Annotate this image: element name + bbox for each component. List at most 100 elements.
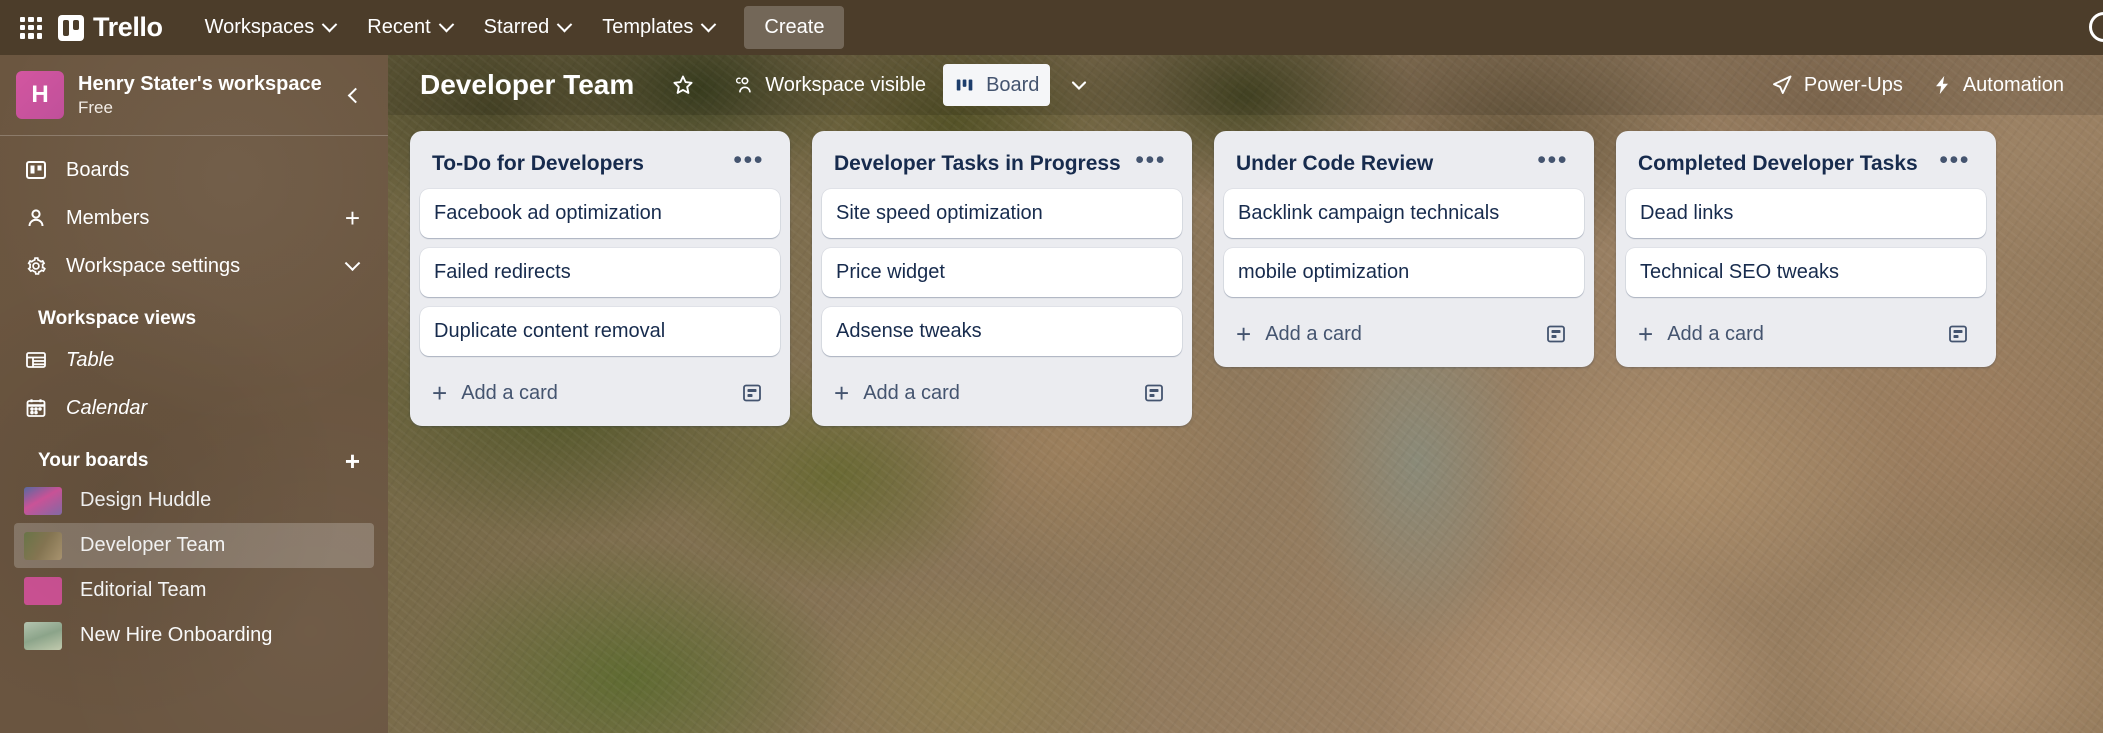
search-icon — [2089, 12, 2103, 42]
add-board-button[interactable]: + — [345, 448, 360, 474]
workspace-sidebar: H Henry Stater's workspace Free Boards — [0, 55, 388, 733]
nav-recent[interactable]: Recent — [353, 7, 465, 48]
sidebar-board-developer-team-label: Developer Team — [80, 534, 225, 557]
sidebar-board-developer-team[interactable]: Developer Team — [14, 523, 374, 568]
workspace-plan: Free — [78, 98, 336, 118]
grid-apps-icon[interactable] — [18, 15, 44, 41]
board-title[interactable]: Developer Team — [412, 64, 642, 106]
plus-icon: + — [1236, 321, 1251, 347]
list-menu-icon[interactable]: ••• — [1529, 151, 1576, 177]
list-footer: + Add a card — [822, 366, 1182, 418]
sidebar-item-boards-label: Boards — [66, 159, 129, 182]
add-member-button[interactable]: + — [345, 205, 360, 231]
board-view-button[interactable]: Board — [943, 64, 1050, 106]
card[interactable]: Facebook ad optimization — [420, 189, 780, 238]
list-footer: + Add a card — [420, 366, 780, 418]
list-title[interactable]: Developer Tasks in Progress — [834, 152, 1127, 176]
card[interactable]: Adsense tweaks — [822, 307, 1182, 356]
trello-logo[interactable]: Trello — [58, 12, 163, 43]
chevron-down-icon — [1067, 73, 1091, 97]
card-template-icon[interactable] — [1940, 318, 1976, 350]
member-icon — [24, 206, 48, 230]
sidebar-view-table[interactable]: Table — [14, 336, 374, 384]
list-menu-icon[interactable]: ••• — [1127, 151, 1174, 177]
card[interactable]: Technical SEO tweaks — [1626, 248, 1986, 297]
card[interactable]: Dead links — [1626, 189, 1986, 238]
workspace-visibility-button[interactable]: Workspace visible — [722, 64, 937, 106]
board-thumbnail-icon — [24, 487, 62, 515]
workspace-avatar: H — [16, 71, 64, 119]
board-thumbnail-icon — [24, 577, 62, 605]
chevron-down-icon — [322, 17, 338, 33]
sidebar-view-calendar[interactable]: Calendar — [14, 384, 374, 432]
card-template-icon[interactable] — [1136, 377, 1172, 409]
nav-templates[interactable]: Templates — [588, 7, 728, 48]
lightning-bolt-icon — [1931, 74, 1953, 96]
sidebar-collapse-button[interactable] — [336, 78, 370, 112]
list-footer: + Add a card — [1224, 307, 1584, 359]
add-card-button[interactable]: + Add a card — [1636, 315, 1940, 353]
add-card-label: Add a card — [1667, 323, 1764, 346]
card[interactable]: Site speed optimization — [822, 189, 1182, 238]
sidebar-item-boards[interactable]: Boards — [14, 146, 374, 194]
board-canvas: Developer Team Workspace visible — [388, 55, 2103, 733]
workspace-views-heading: Workspace views — [14, 290, 374, 336]
add-card-button[interactable]: + Add a card — [430, 374, 734, 412]
create-button[interactable]: Create — [744, 6, 844, 49]
search-button[interactable] — [2057, 10, 2103, 46]
add-card-button[interactable]: + Add a card — [832, 374, 1136, 412]
sidebar-board-new-hire-onboarding-label: New Hire Onboarding — [80, 624, 272, 647]
brand-name: Trello — [93, 12, 163, 43]
star-icon — [671, 73, 695, 97]
workspace-header[interactable]: H Henry Stater's workspace Free — [0, 55, 388, 136]
gear-icon — [24, 254, 48, 278]
trello-mark-icon — [58, 15, 84, 41]
board-thumbnail-icon — [24, 622, 62, 650]
card[interactable]: Duplicate content removal — [420, 307, 780, 356]
sidebar-item-workspace-settings[interactable]: Workspace settings — [14, 242, 374, 290]
sidebar-item-members[interactable]: Members + — [14, 194, 374, 242]
board-thumbnail-icon — [24, 532, 62, 560]
chevron-down-icon[interactable] — [345, 255, 361, 271]
list-title[interactable]: To-Do for Developers — [432, 152, 725, 176]
card[interactable]: Price widget — [822, 248, 1182, 297]
rocket-icon — [1770, 73, 1794, 97]
list-title[interactable]: Under Code Review — [1236, 152, 1529, 176]
boards-icon — [24, 158, 48, 182]
list-menu-icon[interactable]: ••• — [725, 151, 772, 177]
list-under-code-review: Under Code Review ••• Backlink campaign … — [1214, 131, 1594, 367]
nav-starred[interactable]: Starred — [470, 7, 585, 48]
card-template-icon[interactable] — [734, 377, 770, 409]
list-menu-icon[interactable]: ••• — [1931, 151, 1978, 177]
nav-starred-label: Starred — [484, 16, 550, 39]
chevron-down-icon — [438, 17, 454, 33]
card[interactable]: Failed redirects — [420, 248, 780, 297]
sidebar-view-calendar-label: Calendar — [66, 397, 147, 420]
sidebar-board-new-hire-onboarding[interactable]: New Hire Onboarding — [14, 613, 374, 658]
list-developer-tasks-in-progress: Developer Tasks in Progress ••• Site spe… — [812, 131, 1192, 426]
board-view-dropdown-button[interactable] — [1056, 64, 1102, 106]
plus-icon: + — [1638, 321, 1653, 347]
nav-templates-label: Templates — [602, 16, 693, 39]
your-boards-heading: Your boards + — [14, 432, 374, 478]
sidebar-item-workspace-settings-label: Workspace settings — [66, 255, 240, 278]
plus-icon: + — [432, 380, 447, 406]
sidebar-board-editorial-team-label: Editorial Team — [80, 579, 206, 602]
list-title[interactable]: Completed Developer Tasks — [1638, 152, 1931, 176]
card[interactable]: mobile optimization — [1224, 248, 1584, 297]
calendar-icon — [24, 396, 48, 420]
sidebar-boards-list: Design Huddle Developer Team Editorial T… — [0, 478, 388, 658]
card[interactable]: Backlink campaign technicals — [1224, 189, 1584, 238]
board-view-label: Board — [986, 74, 1039, 97]
sidebar-board-design-huddle[interactable]: Design Huddle — [14, 478, 374, 523]
automation-button[interactable]: Automation — [1920, 64, 2075, 106]
sidebar-board-editorial-team[interactable]: Editorial Team — [14, 568, 374, 613]
card-template-icon[interactable] — [1538, 318, 1574, 350]
star-board-button[interactable] — [660, 64, 716, 106]
workspace-visible-icon — [733, 74, 755, 96]
board-view-icon — [954, 74, 976, 96]
add-card-button[interactable]: + Add a card — [1234, 315, 1538, 353]
nav-workspaces[interactable]: Workspaces — [191, 7, 350, 48]
power-ups-button[interactable]: Power-Ups — [1759, 64, 1914, 106]
top-navigation-bar: Trello Workspaces Recent Starred Templat… — [0, 0, 2103, 55]
